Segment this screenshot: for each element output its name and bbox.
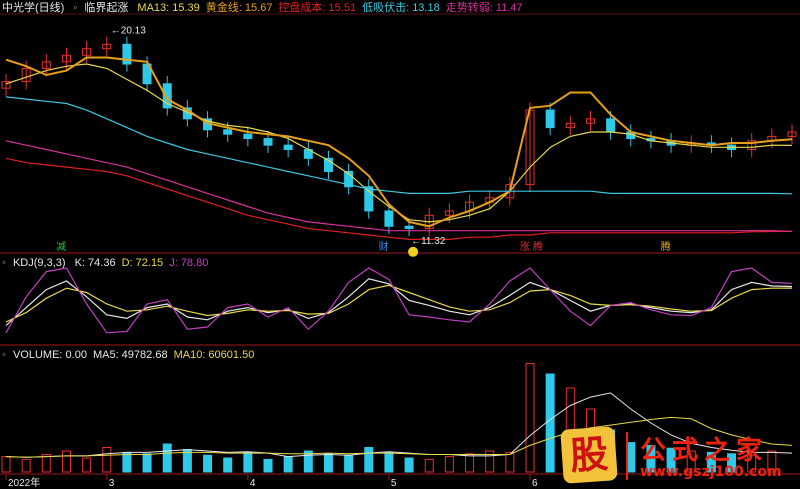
volume-bar [525, 363, 535, 473]
x-tick-label-4: 6 [532, 478, 538, 489]
volume-bar [545, 373, 555, 473]
x-tick-label-0: 2022年 [8, 476, 40, 489]
low-price-label: ←11.32 [411, 236, 446, 247]
volume-bar [122, 451, 132, 473]
volume-bar [203, 454, 213, 473]
volume-bar [243, 451, 253, 473]
volume-bar [384, 451, 394, 473]
volume-bar [82, 457, 92, 473]
volume-bar [424, 458, 434, 473]
candle-body [404, 225, 414, 229]
volume-bar [142, 453, 152, 473]
candle-body [384, 210, 394, 227]
volume-bar [61, 450, 71, 473]
main-series-line-1 [5, 56, 793, 228]
site-watermark: 股 公式之家 www.gszj100.com [560, 426, 796, 486]
volume-bar [505, 451, 515, 473]
volume-bar [323, 453, 333, 473]
signal-label-3: 腾 [661, 240, 671, 253]
candle-body [283, 144, 293, 151]
kdj-line-1 [5, 284, 793, 323]
volume-bar [444, 456, 454, 473]
signal-label-2: 涨 腾 [520, 240, 543, 253]
x-tick-label-1: 3 [109, 478, 115, 489]
volume-bar [1, 456, 11, 473]
kdj-line-2 [5, 267, 793, 334]
volume-bar [162, 443, 172, 473]
volume-bar [465, 453, 475, 473]
main-series-line-2 [5, 157, 793, 240]
logo-divider [626, 432, 628, 480]
candle-body [606, 118, 616, 133]
volume-bar [364, 447, 374, 473]
volume-bar [404, 457, 414, 473]
high-price-label: ←20.13 [111, 25, 146, 36]
volume-bar [283, 456, 293, 473]
logo-badge: 股 [560, 426, 618, 484]
volume-bar [102, 447, 112, 473]
site-url: www.gszj100.com [640, 464, 782, 480]
candle-body [263, 138, 273, 146]
candle-body [243, 133, 253, 140]
site-name: 公式之家 [640, 436, 769, 466]
main-series-line-4 [5, 140, 793, 232]
candle-body [122, 43, 132, 65]
x-tick-label-2: 4 [250, 478, 256, 489]
volume-bar [344, 454, 354, 473]
stock-chart[interactable]: ←20.13 ←11.32 减 财 涨 腾 腾 2022年 3 4 5 6 [0, 0, 800, 489]
kdj-line-0 [5, 278, 793, 327]
volume-bar [263, 458, 273, 473]
candle-body [545, 109, 555, 129]
candle-body [223, 129, 233, 135]
smiley-icon [408, 246, 419, 257]
volume-bar [223, 457, 233, 473]
volume-bar [21, 458, 31, 473]
main-series-line-0 [5, 63, 793, 223]
x-tick-label-3: 5 [391, 478, 397, 489]
signal-label-0: 减 [56, 241, 66, 253]
signal-label-1: 财 [379, 240, 389, 253]
